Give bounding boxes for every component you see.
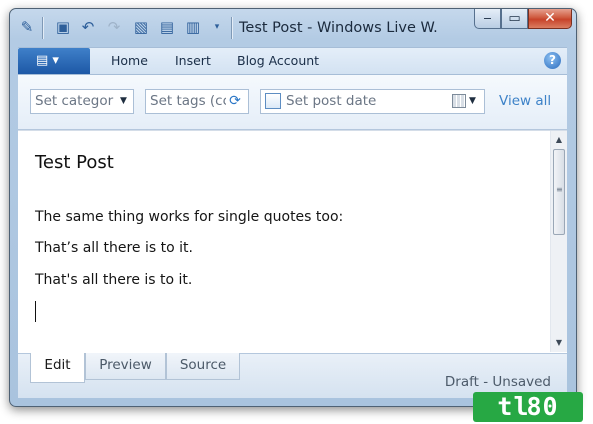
grip-icon: ≡ bbox=[556, 185, 563, 194]
undo-icon[interactable]: ↶ bbox=[79, 18, 97, 36]
tab-source[interactable]: Source bbox=[166, 353, 240, 380]
tab-blog-account[interactable]: Blog Account bbox=[237, 48, 319, 74]
toolbar-separator bbox=[42, 17, 43, 39]
scrollbar-thumb[interactable]: ≡ bbox=[553, 149, 565, 235]
close-button[interactable]: ✕ bbox=[528, 9, 572, 29]
redo-icon[interactable]: ↷ bbox=[105, 18, 123, 36]
calendar-icon[interactable] bbox=[452, 94, 466, 108]
pen-icon[interactable]: ✎ bbox=[18, 18, 36, 36]
minimize-icon: ‒ bbox=[483, 11, 492, 26]
chevron-down-icon[interactable]: ▼ bbox=[469, 90, 476, 113]
scroll-up-icon[interactable]: ▲ bbox=[551, 132, 567, 148]
refresh-tags-icon[interactable]: ⟳ bbox=[226, 93, 244, 110]
maximize-button[interactable]: ▭ bbox=[501, 9, 528, 29]
post-date-checkbox[interactable] bbox=[265, 93, 281, 109]
tab-insert[interactable]: Insert bbox=[175, 48, 211, 74]
post-date-placeholder: Set post date bbox=[286, 93, 377, 109]
post-paragraph[interactable]: That's all there is to it. bbox=[35, 270, 192, 290]
vertical-scrollbar[interactable]: ▲ ≡ ▼ bbox=[550, 131, 567, 352]
tab-home[interactable]: Home bbox=[111, 48, 148, 74]
post-date-field[interactable]: Set post date ▼ bbox=[260, 89, 485, 114]
close-icon: ✕ bbox=[544, 10, 556, 26]
open-post-icon[interactable]: ▤ bbox=[158, 18, 176, 36]
tags-input[interactable]: Set tags (cc ⟳ bbox=[145, 89, 249, 114]
post-properties-bar: Set categor ▼ Set tags (cc ⟳ Set post da… bbox=[18, 75, 567, 130]
tab-preview[interactable]: Preview bbox=[85, 353, 166, 380]
title-separator bbox=[231, 17, 232, 39]
post-paragraph[interactable]: The same thing works for single quotes t… bbox=[35, 207, 343, 227]
tab-edit[interactable]: Edit bbox=[30, 353, 85, 383]
help-icon[interactable]: ? bbox=[544, 52, 561, 69]
screenshot-stage: ✎ ▣ ↶ ↷ ▧ ▤ ▥ ▾ Test Post - Windows Live… bbox=[0, 0, 593, 424]
site-watermark-logo: tl80 bbox=[473, 392, 583, 422]
minimize-button[interactable]: ‒ bbox=[474, 9, 501, 29]
post-paragraph[interactable]: That’s all there is to it. bbox=[35, 238, 193, 258]
view-all-link[interactable]: View all bbox=[499, 90, 551, 113]
app-menu-icon: ▤ ▾ bbox=[36, 53, 59, 68]
category-dropdown[interactable]: Set categor ▼ bbox=[30, 89, 134, 114]
post-title[interactable]: Test Post bbox=[35, 151, 114, 175]
app-menu-button[interactable]: ▤ ▾ bbox=[18, 48, 90, 74]
edit-draft-icon[interactable]: ▥ bbox=[184, 18, 202, 36]
maximize-icon: ▭ bbox=[508, 11, 521, 26]
new-post-icon[interactable]: ▧ bbox=[132, 18, 150, 36]
window-title: Test Post - Windows Live W... bbox=[239, 20, 439, 36]
save-icon[interactable]: ▣ bbox=[54, 18, 72, 36]
writer-window: ✎ ▣ ↶ ↷ ▧ ▤ ▥ ▾ Test Post - Windows Live… bbox=[9, 8, 577, 407]
tags-placeholder: Set tags (cc bbox=[150, 93, 228, 109]
customize-dropdown-icon[interactable]: ▾ bbox=[208, 18, 226, 36]
chevron-down-icon: ▼ bbox=[120, 96, 127, 106]
post-editor[interactable]: Test Post The same thing works for singl… bbox=[18, 130, 567, 353]
caption-buttons: ‒ ▭ ✕ bbox=[474, 9, 572, 30]
category-placeholder: Set categor bbox=[35, 93, 114, 109]
text-caret bbox=[35, 301, 36, 322]
title-bar: ✎ ▣ ↶ ↷ ▧ ▤ ▥ ▾ Test Post - Windows Live… bbox=[10, 9, 576, 47]
scroll-down-icon[interactable]: ▼ bbox=[551, 335, 567, 351]
ribbon-tab-row: ▤ ▾ Home Insert Blog Account ? bbox=[18, 47, 567, 75]
